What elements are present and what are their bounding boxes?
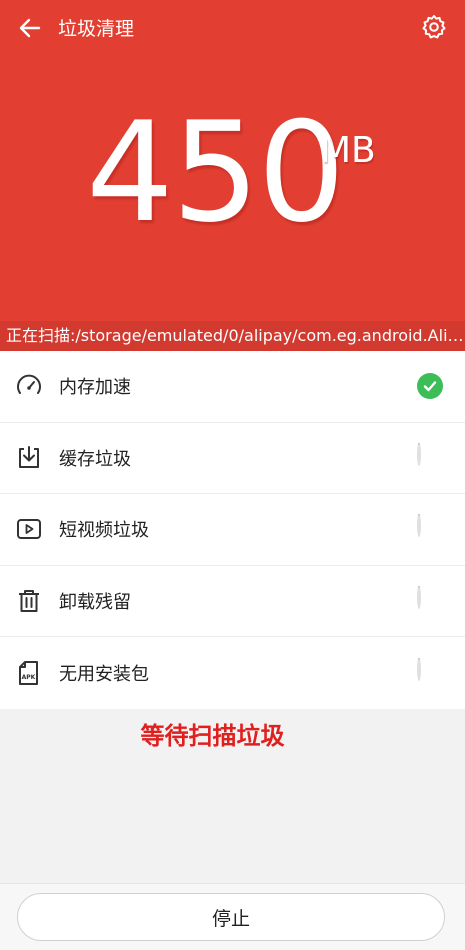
status-done	[417, 373, 443, 400]
arrow-left-icon	[19, 18, 41, 38]
loading-spinner-icon	[417, 657, 421, 681]
category-row-uninstall-residue[interactable]: 卸载残留	[0, 566, 465, 637]
junk-size-unit: MB	[320, 130, 376, 171]
speedometer-icon	[14, 371, 44, 401]
loading-spinner-icon	[417, 514, 421, 538]
apk-file-icon: APK	[14, 658, 44, 688]
category-label: 卸载残留	[59, 591, 131, 613]
svg-text:APK: APK	[22, 674, 36, 681]
stop-button[interactable]: 停止	[17, 893, 445, 941]
header: 垃圾清理 450 MB 正在扫描:/storage/emulated/0/ali…	[0, 0, 465, 351]
category-label: 缓存垃圾	[59, 448, 131, 470]
cleanup-category-list: 内存加速 缓存垃圾 短视频垃圾 卸载残留 APK 无用安装包	[0, 351, 465, 709]
scan-status-text: 正在扫描:/storage/emulated/0/alipay/com.eg.a…	[0, 321, 465, 351]
category-row-short-video-junk[interactable]: 短视频垃圾	[0, 494, 465, 566]
category-label: 无用安装包	[59, 663, 149, 685]
page-title: 垃圾清理	[58, 18, 135, 40]
loading-spinner-icon	[417, 442, 421, 466]
check-circle-icon	[417, 373, 443, 400]
bottom-bar: 停止	[0, 883, 465, 950]
status-scanning	[417, 585, 443, 614]
gear-icon	[422, 15, 446, 39]
junk-size-value: 450	[86, 92, 345, 253]
status-scanning	[417, 442, 443, 471]
category-row-useless-apk[interactable]: APK 无用安装包	[0, 637, 465, 709]
loading-spinner-icon	[417, 585, 421, 609]
category-row-cache-junk[interactable]: 缓存垃圾	[0, 423, 465, 494]
waiting-annotation: 等待扫描垃圾	[140, 722, 285, 750]
status-scanning	[417, 514, 443, 542]
category-label: 短视频垃圾	[59, 520, 149, 542]
settings-button[interactable]	[419, 12, 449, 42]
video-play-icon	[14, 514, 44, 544]
status-scanning	[417, 657, 443, 686]
trash-can-icon	[14, 586, 44, 616]
category-label: 内存加速	[59, 377, 131, 399]
download-tray-icon	[14, 443, 44, 473]
category-row-memory-boost[interactable]: 内存加速	[0, 351, 465, 423]
back-button[interactable]	[14, 12, 46, 44]
